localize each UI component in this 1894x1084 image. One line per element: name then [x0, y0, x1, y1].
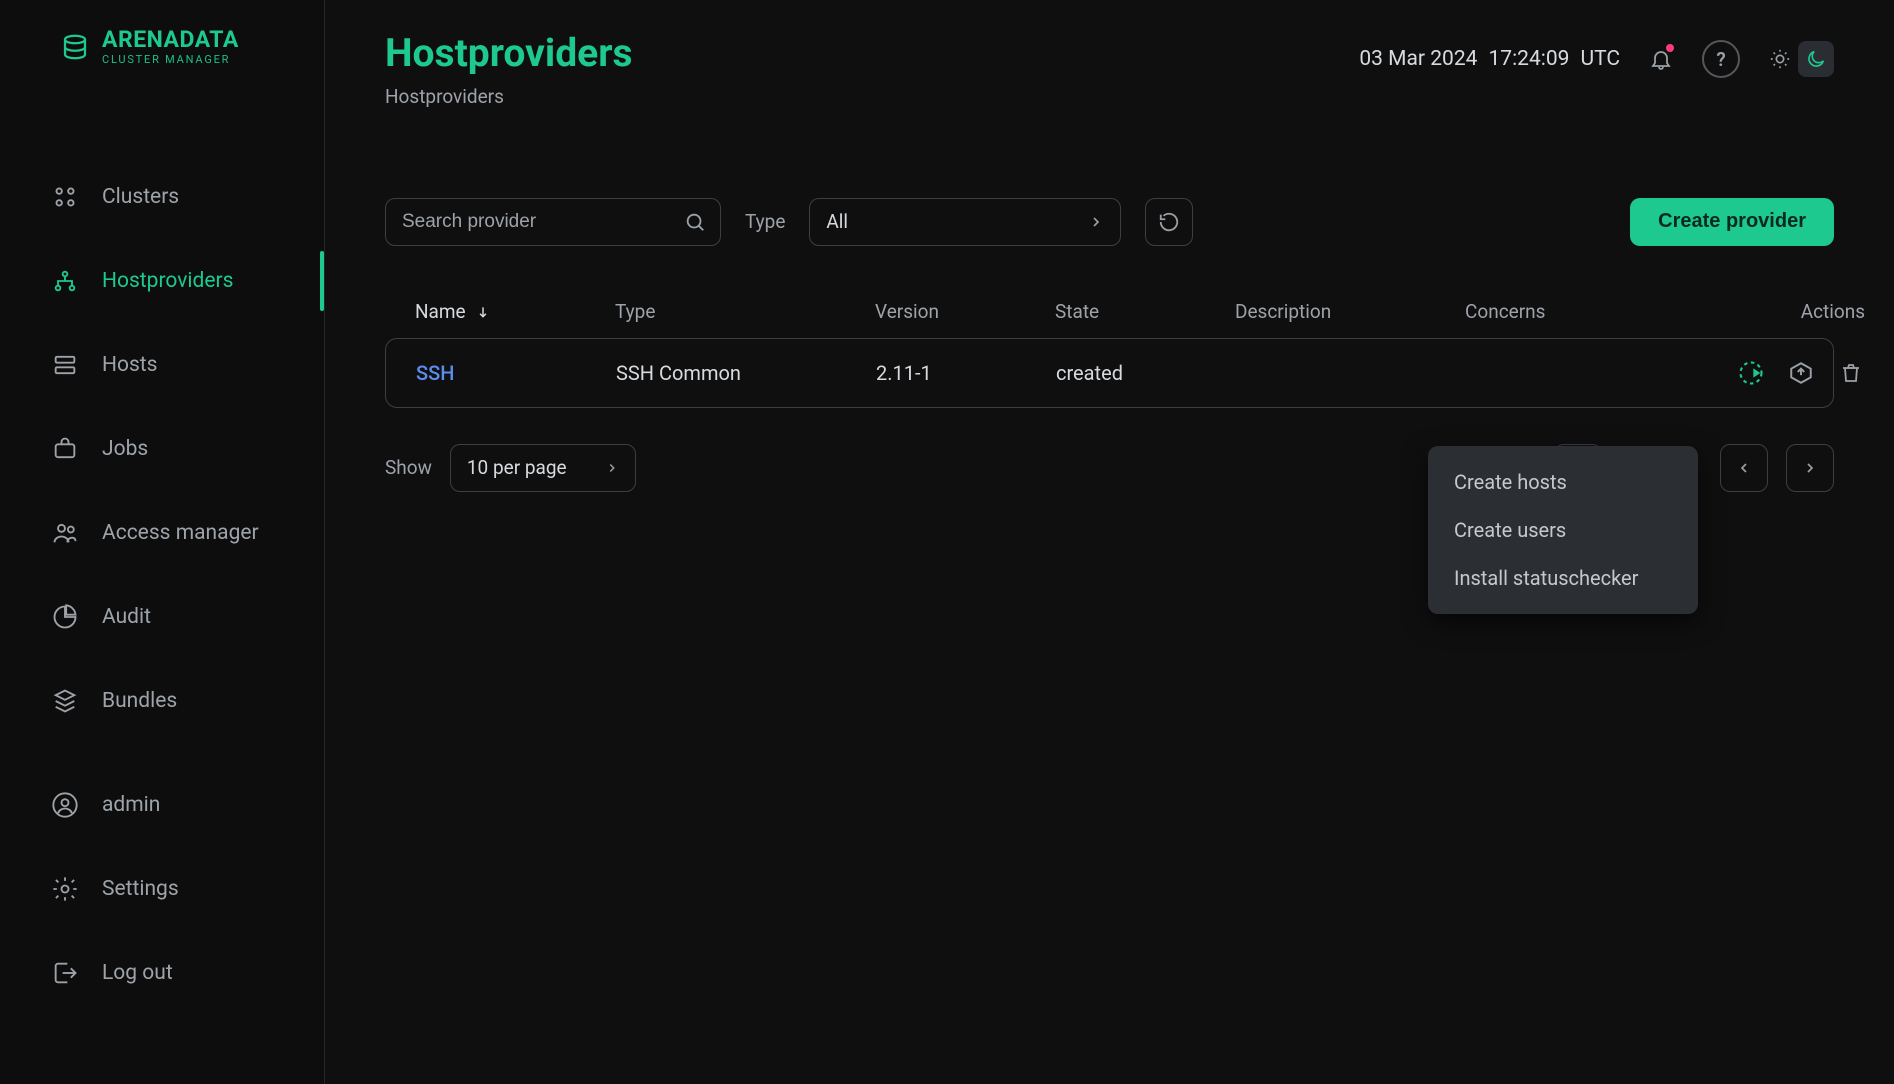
col-actions: Actions [1695, 300, 1865, 323]
per-page-select[interactable]: 10 per page [450, 444, 636, 492]
menu-item-create-users[interactable]: Create users [1428, 506, 1698, 554]
breadcrumb: Hostproviders [385, 85, 633, 108]
sidebar-item-settings[interactable]: Settings [0, 847, 324, 931]
gear-icon [50, 874, 80, 904]
row-type: SSH Common [616, 361, 876, 385]
run-action-icon[interactable] [1736, 358, 1766, 388]
type-filter-value: All [826, 210, 848, 233]
menu-item-install-statuschecker[interactable]: Install statuschecker [1428, 554, 1698, 602]
theme-light-button[interactable] [1762, 41, 1798, 77]
providers-table: Name Type Version State Description Conc… [385, 288, 1834, 408]
notification-dot-icon [1666, 44, 1674, 52]
logo-icon [60, 32, 90, 62]
sidebar-item-admin[interactable]: admin [0, 763, 324, 847]
page-next-button[interactable] [1786, 444, 1834, 492]
col-state[interactable]: State [1055, 300, 1235, 323]
theme-toggle [1762, 41, 1834, 77]
sidebar-item-label: Hosts [102, 353, 158, 377]
page-title: Hostproviders [385, 32, 633, 75]
logo-text-main: ARENADATA [102, 28, 239, 51]
menu-item-create-hosts[interactable]: Create hosts [1428, 458, 1698, 506]
clock-tz: UTC [1580, 47, 1620, 71]
sidebar-item-label: Log out [102, 961, 173, 985]
type-filter-select[interactable]: All [809, 198, 1121, 246]
clock-date: 03 Mar 2024 [1359, 47, 1477, 71]
table-header: Name Type Version State Description Conc… [385, 288, 1834, 336]
delete-icon[interactable] [1836, 358, 1866, 388]
filter-row: Type All Create provider [385, 198, 1834, 246]
show-label: Show [385, 456, 432, 479]
upload-icon[interactable] [1786, 358, 1816, 388]
create-provider-button[interactable]: Create provider [1630, 198, 1834, 246]
search-input[interactable] [400, 210, 660, 234]
sidebar-item-label: Clusters [102, 185, 179, 209]
sidebar-item-label: Access manager [102, 521, 259, 545]
sidebar-item-clusters[interactable]: Clusters [0, 155, 324, 239]
col-name-label: Name [415, 300, 466, 323]
top-right: 03 Mar 2024 17:24:09 UTC ? [1359, 32, 1834, 78]
col-description[interactable]: Description [1235, 300, 1465, 323]
sort-desc-icon [476, 305, 490, 319]
clock-time: 17:24:09 [1488, 47, 1569, 71]
hosts-icon [50, 350, 80, 380]
sidebar-item-access-manager[interactable]: Access manager [0, 491, 324, 575]
nav: Clusters Hostproviders Hosts Jobs Access… [0, 155, 324, 1015]
col-concerns[interactable]: Concerns [1465, 300, 1695, 323]
clusters-icon [50, 182, 80, 212]
logo-text-sub: CLUSTER MANAGER [102, 54, 239, 65]
notifications-button[interactable] [1642, 40, 1680, 78]
refresh-button[interactable] [1145, 198, 1193, 246]
jobs-icon [50, 434, 80, 464]
clock: 03 Mar 2024 17:24:09 UTC [1359, 47, 1620, 71]
sidebar-item-label: Jobs [102, 437, 148, 461]
sidebar-item-logout[interactable]: Log out [0, 931, 324, 1015]
row-name-link[interactable]: SSH [416, 361, 616, 385]
row-actions [1696, 358, 1866, 388]
sidebar-item-bundles[interactable]: Bundles [0, 659, 324, 743]
col-name[interactable]: Name [415, 300, 615, 323]
theme-dark-button[interactable] [1798, 41, 1834, 77]
actions-menu: Create hosts Create users Install status… [1428, 446, 1698, 614]
logout-icon [50, 958, 80, 988]
row-state: created [1056, 361, 1236, 385]
audit-icon [50, 602, 80, 632]
table-row: SSH SSH Common 2.11-1 created [385, 338, 1834, 408]
sidebar-item-label: Bundles [102, 689, 177, 713]
sidebar-item-jobs[interactable]: Jobs [0, 407, 324, 491]
type-filter-label: Type [745, 210, 785, 233]
per-page-value: 10 per page [467, 456, 567, 479]
hostproviders-icon [50, 266, 80, 296]
sidebar-item-label: Hostproviders [102, 269, 233, 293]
sidebar-item-label: admin [102, 793, 160, 817]
chevron-right-icon [1088, 214, 1104, 230]
page-prev-button[interactable] [1720, 444, 1768, 492]
sidebar-item-hosts[interactable]: Hosts [0, 323, 324, 407]
bundles-icon [50, 686, 80, 716]
row-version: 2.11-1 [876, 361, 1056, 385]
user-icon [50, 790, 80, 820]
sidebar-item-hostproviders[interactable]: Hostproviders [0, 239, 324, 323]
chevron-right-icon [605, 461, 619, 475]
sidebar-item-label: Settings [102, 877, 179, 901]
search-icon [684, 211, 706, 233]
search-input-wrapper [385, 198, 721, 246]
col-version[interactable]: Version [875, 300, 1055, 323]
access-manager-icon [50, 518, 80, 548]
sidebar: ARENADATA CLUSTER MANAGER Clusters Hostp… [0, 0, 325, 1084]
help-icon: ? [1716, 48, 1725, 71]
sidebar-item-audit[interactable]: Audit [0, 575, 324, 659]
help-button[interactable]: ? [1702, 40, 1740, 78]
topbar: Hostproviders Hostproviders 03 Mar 2024 … [385, 32, 1834, 108]
sidebar-item-label: Audit [102, 605, 151, 629]
logo: ARENADATA CLUSTER MANAGER [0, 0, 324, 65]
col-type[interactable]: Type [615, 300, 875, 323]
